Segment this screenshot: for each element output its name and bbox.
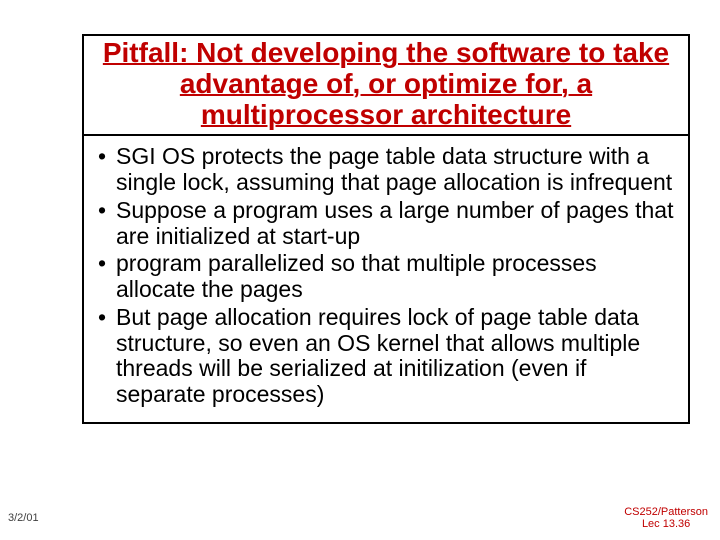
- list-item: • Suppose a program uses a large number …: [98, 198, 674, 250]
- list-item: • But page allocation requires lock of p…: [98, 305, 674, 408]
- slide-title: Pitfall: Not developing the software to …: [100, 38, 672, 130]
- bullet-dot-icon: •: [98, 144, 116, 196]
- bullet-text: Suppose a program uses a large number of…: [116, 198, 674, 250]
- bullet-dot-icon: •: [98, 251, 116, 303]
- bullet-dot-icon: •: [98, 198, 116, 250]
- slide: Pitfall: Not developing the software to …: [0, 0, 720, 540]
- bullet-text: program parallelized so that multiple pr…: [116, 251, 674, 303]
- slide-footer: CS252/Patterson Lec 13.36: [624, 506, 708, 530]
- body-box: • SGI OS protects the page table data st…: [82, 136, 690, 424]
- title-box: Pitfall: Not developing the software to …: [82, 34, 690, 136]
- bullet-text: SGI OS protects the page table data stru…: [116, 144, 674, 196]
- list-item: • program parallelized so that multiple …: [98, 251, 674, 303]
- footer-course: CS252/Patterson: [624, 506, 708, 518]
- footer-lecture: Lec 13.36: [624, 518, 708, 530]
- list-item: • SGI OS protects the page table data st…: [98, 144, 674, 196]
- bullet-dot-icon: •: [98, 305, 116, 408]
- slide-date: 3/2/01: [8, 512, 39, 524]
- bullet-text: But page allocation requires lock of pag…: [116, 305, 674, 408]
